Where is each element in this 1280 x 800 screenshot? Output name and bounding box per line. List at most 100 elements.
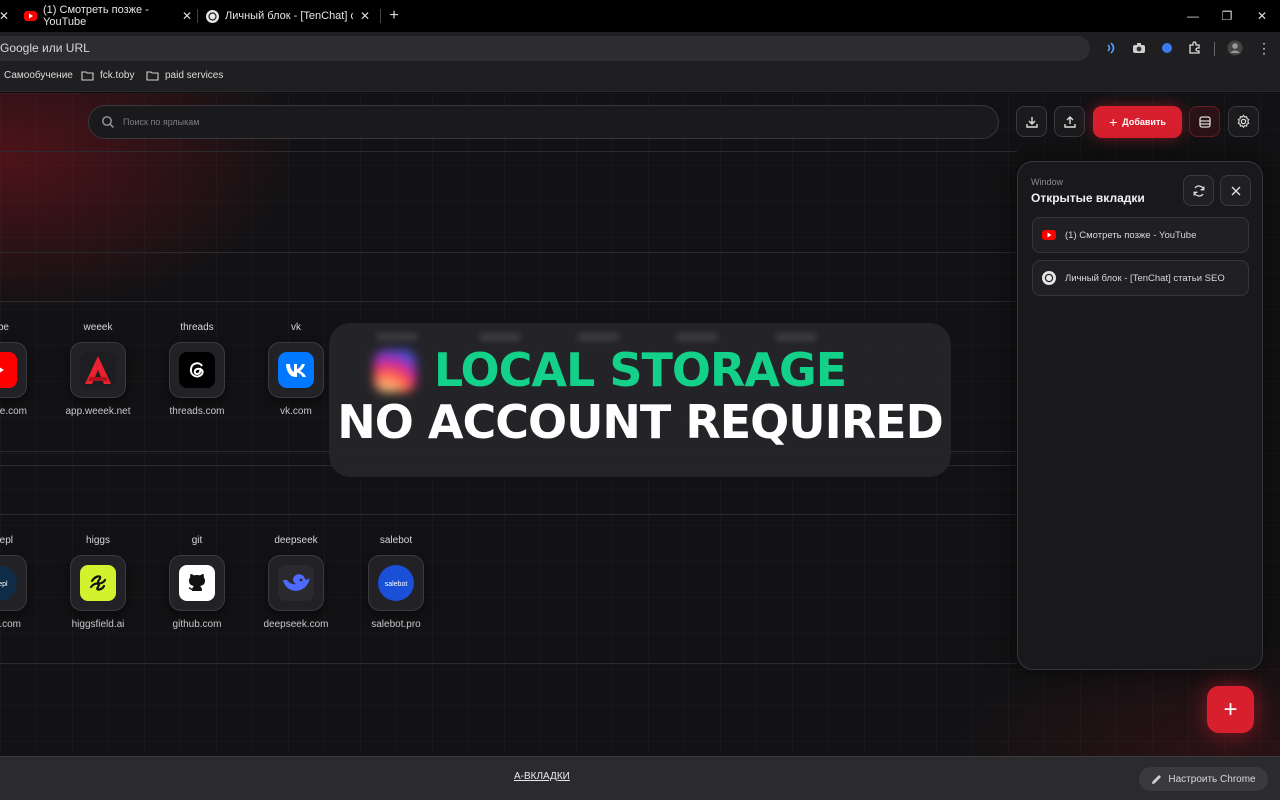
browser-tab-strip: ✕ (1) Смотреть позже - YouTube ✕ Личный … — [0, 0, 1280, 32]
promo-subheadline: NO ACCOUNT REQUIRED — [337, 395, 944, 449]
bookmark-folder[interactable]: fck.toby — [81, 70, 134, 81]
shortcut-tile[interactable] — [169, 342, 225, 398]
shortcut-tile[interactable] — [0, 342, 27, 398]
youtube-icon — [0, 352, 17, 388]
open-tab-item[interactable]: (1) Смотреть позже - YouTube — [1032, 217, 1249, 253]
add-button-label: Добавить — [1122, 117, 1166, 127]
shortcut-domain: app.weeek.net — [65, 406, 131, 417]
group-divider — [0, 514, 1017, 515]
menu-dots-icon[interactable]: ⋮ — [1256, 40, 1272, 56]
blurred-label — [376, 333, 418, 341]
panel-caption: Window — [1031, 177, 1064, 187]
search-bar[interactable] — [88, 105, 999, 139]
shortcut-tile[interactable]: deepl — [0, 555, 27, 611]
new-tab-button[interactable]: + — [384, 6, 404, 26]
weeek-icon — [80, 352, 116, 388]
shortcut-github[interactable]: git github.com — [147, 535, 247, 630]
shortcut-tile[interactable] — [70, 342, 126, 398]
tab-close-partial-icon[interactable]: ✕ — [0, 6, 14, 26]
new-tab-page: + Добавить tube pe.com weeek app.weeek.n… — [0, 93, 1280, 756]
shortcut-domain: salebot.pro — [371, 619, 421, 630]
page-footer: А-ВКЛАДКИ Настроить Chrome — [0, 756, 1280, 800]
shortcut-weeek[interactable]: weeek app.weeek.net — [48, 322, 148, 417]
shortcut-tile[interactable]: salebot — [368, 555, 424, 611]
customize-chrome-button[interactable]: Настроить Chrome — [1139, 767, 1268, 791]
footer-link[interactable]: А-ВКЛАДКИ — [514, 771, 570, 782]
close-icon[interactable]: ✕ — [180, 9, 194, 23]
shortcut-name: git — [191, 535, 203, 546]
shortcut-deepseek[interactable]: deepseek deepseek.com — [246, 535, 346, 630]
tab-title: (1) Смотреть позже - YouTube — [43, 4, 149, 28]
shortcut-tile[interactable] — [169, 555, 225, 611]
export-button[interactable] — [1054, 106, 1085, 137]
search-input[interactable] — [123, 117, 923, 127]
extension-dot-icon[interactable] — [1159, 40, 1175, 56]
bookmarks-bar: Самообучение fck.toby paid services — [0, 64, 1280, 92]
shortcut-domain: deepseek.com — [263, 619, 329, 630]
customize-label: Настроить Chrome — [1168, 773, 1256, 785]
pencil-icon — [1152, 774, 1162, 784]
camera-icon[interactable] — [1131, 40, 1147, 56]
shortcut-tile[interactable] — [268, 342, 324, 398]
browser-toolbar: Google или URL — [0, 32, 1280, 64]
tabs-panel-toggle-button[interactable] — [1189, 106, 1220, 137]
open-tab-title: (1) Смотреть позже - YouTube — [1065, 229, 1197, 241]
restore-button[interactable]: ❐ — [1217, 6, 1237, 26]
shortcut-salebot[interactable]: salebot salebot salebot.pro — [346, 535, 446, 630]
search-icon — [102, 116, 114, 128]
panel-title: Открытые вкладки — [1031, 191, 1145, 205]
open-tab-title: Личный блок - [TenChat] статьи SEO — [1065, 272, 1225, 284]
media-icon[interactable] — [1103, 40, 1119, 56]
settings-button[interactable] — [1228, 106, 1259, 137]
close-icon — [1231, 186, 1240, 195]
browser-tab-youtube[interactable]: (1) Смотреть позже - YouTube ✕ — [24, 4, 194, 28]
minimize-button[interactable]: — — [1183, 6, 1203, 26]
higgs-icon — [80, 565, 116, 601]
shortcut-youtube[interactable]: tube pe.com — [0, 322, 49, 417]
github-icon — [179, 565, 215, 601]
shortcut-domain: pe.com — [0, 406, 27, 417]
add-button[interactable]: + Добавить — [1093, 106, 1182, 138]
vk-icon — [278, 352, 314, 388]
youtube-icon — [24, 10, 37, 23]
open-tab-item[interactable]: Личный блок - [TenChat] статьи SEO — [1032, 260, 1249, 296]
profile-avatar-icon[interactable] — [1227, 40, 1243, 56]
floating-add-button[interactable]: + — [1207, 686, 1254, 733]
shortcut-threads[interactable]: threads threads.com — [147, 322, 247, 417]
import-button[interactable] — [1016, 106, 1047, 137]
shortcut-tile[interactable] — [268, 555, 324, 611]
shortcut-name: epl — [0, 535, 13, 546]
address-bar[interactable]: Google или URL — [0, 36, 1090, 61]
bookmark-label: paid services — [165, 70, 224, 81]
window-close-button[interactable]: ✕ — [1252, 6, 1272, 26]
group-divider — [0, 301, 1017, 302]
shortcut-name: deepseek — [274, 535, 318, 546]
youtube-icon — [1042, 228, 1056, 242]
extensions-puzzle-icon[interactable] — [1187, 40, 1203, 56]
shortcut-name: threads — [180, 322, 214, 333]
close-icon[interactable]: ✕ — [358, 9, 372, 23]
openai-icon — [1042, 271, 1056, 285]
shortcut-tile[interactable] — [70, 555, 126, 611]
shortcut-name: higgs — [86, 535, 110, 546]
browser-tab-tenchat[interactable]: Личный блок - [TenChat] статьи ✕ — [206, 4, 372, 28]
plus-icon: + — [1109, 114, 1118, 130]
open-tabs-panel: Window Открытые вкладки (1) Смотреть поз… — [1017, 161, 1263, 670]
refresh-button[interactable] — [1183, 175, 1214, 206]
header-divider — [0, 151, 1017, 152]
shortcut-domain: github.com — [172, 619, 222, 630]
toolbar-divider — [1214, 42, 1215, 56]
group-divider — [0, 252, 1017, 253]
panel-close-button[interactable] — [1220, 175, 1251, 206]
shortcut-domain: higgsfield.ai — [71, 619, 125, 630]
bookmark-item[interactable]: Самообучение — [4, 70, 73, 81]
shortcut-domain: .com — [0, 619, 21, 630]
shortcut-deepl[interactable]: epl deepl .com — [0, 535, 49, 630]
shortcut-domain: threads.com — [169, 406, 225, 417]
blurred-label — [577, 333, 619, 341]
shortcut-higgs[interactable]: higgs higgsfield.ai — [48, 535, 148, 630]
tab-separator — [197, 9, 198, 23]
promo-headline: LOCAL STORAGE — [433, 343, 847, 397]
bookmark-folder[interactable]: paid services — [146, 70, 223, 81]
shortcut-name: salebot — [379, 535, 413, 546]
